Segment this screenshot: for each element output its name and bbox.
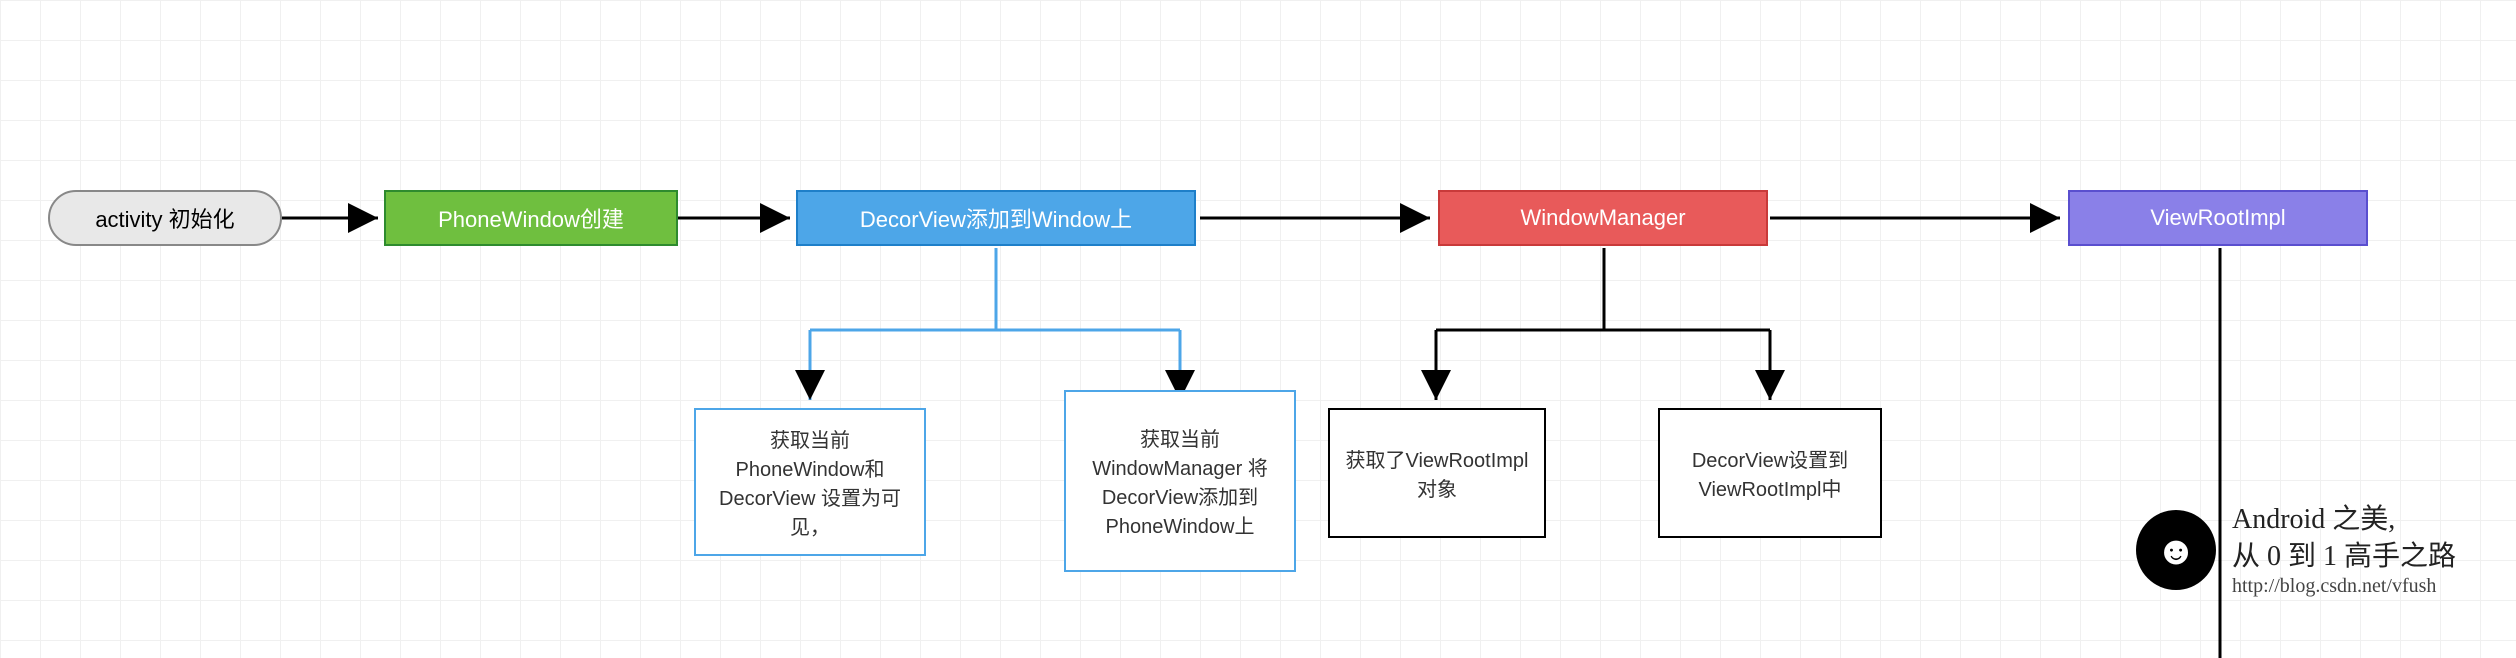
node-phonewindow: PhoneWindow创建 — [384, 190, 678, 246]
watermark-url: http://blog.csdn.net/vfush — [2232, 575, 2456, 598]
node-decorview: DecorView添加到Window上 — [796, 190, 1196, 246]
watermark-line2: 从 0 到 1 高手之路 — [2232, 539, 2456, 575]
node-windowmanager: WindowManager — [1438, 190, 1768, 246]
logo-icon: ☻ — [2136, 510, 2216, 590]
sub-wm-get: 获取了ViewRootImpl对象 — [1328, 408, 1546, 538]
node-activity-init: activity 初始化 — [48, 190, 282, 246]
watermark: ☻ Android 之美, 从 0 到 1 高手之路 http://blog.c… — [2136, 502, 2456, 598]
node-viewrootimpl: ViewRootImpl — [2068, 190, 2368, 246]
sub-decor-visible: 获取当前PhoneWindow和DecorView 设置为可见， — [694, 408, 926, 556]
sub-decor-add: 获取当前WindowManager 将DecorView添加到PhoneWind… — [1064, 390, 1296, 572]
sub-wm-set: DecorView设置到ViewRootImpl中 — [1658, 408, 1882, 538]
watermark-line1: Android 之美, — [2232, 502, 2456, 538]
